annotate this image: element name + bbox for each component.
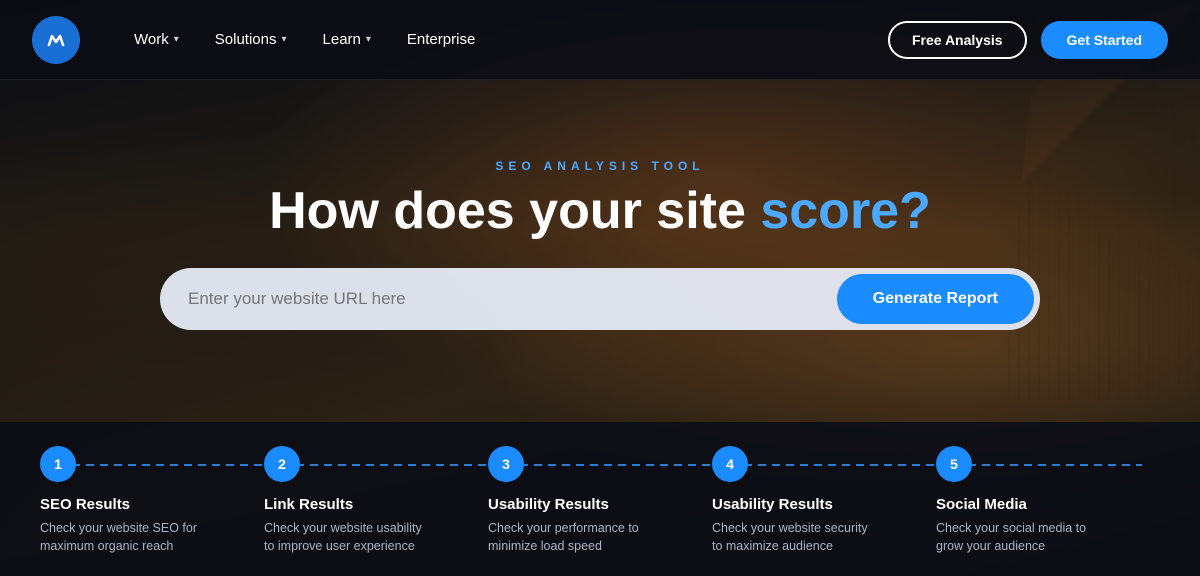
navbar: Work ▾ Solutions ▾ Learn ▾ Enterprise Fr… (0, 0, 1200, 80)
step-item-5: 5 Social Media Check your social media t… (936, 446, 1160, 557)
nav-item-learn[interactable]: Learn ▾ (309, 23, 385, 56)
nav-links: Work ▾ Solutions ▾ Learn ▾ Enterprise (120, 23, 888, 56)
url-input[interactable] (160, 271, 831, 327)
steps-timeline: 1 SEO Results Check your website SEO for… (40, 446, 1160, 557)
step-circle-1: 1 (40, 446, 76, 482)
tool-label: SEO ANALYSIS TOOL (495, 159, 704, 173)
step-circle-4: 4 (712, 446, 748, 482)
step-circle-3: 3 (488, 446, 524, 482)
chevron-down-icon: ▾ (366, 34, 371, 45)
step-desc-4: Check your website security to maximize … (712, 519, 872, 557)
step-title-4: Usability Results (712, 496, 833, 513)
page-container: Work ▾ Solutions ▾ Learn ▾ Enterprise Fr… (0, 0, 1200, 576)
nav-item-enterprise[interactable]: Enterprise (393, 23, 489, 56)
step-desc-2: Check your website usability to improve … (264, 519, 424, 557)
get-started-button[interactable]: Get Started (1041, 21, 1168, 59)
step-item-3: 3 Usability Results Check your performan… (488, 446, 712, 557)
step-title-3: Usability Results (488, 496, 609, 513)
chevron-down-icon: ▾ (281, 34, 286, 45)
nav-item-work[interactable]: Work ▾ (120, 23, 193, 56)
search-bar: Generate Report (160, 268, 1040, 330)
step-title-1: SEO Results (40, 496, 130, 513)
hero-section: SEO ANALYSIS TOOL How does your site sco… (0, 80, 1200, 422)
step-title-5: Social Media (936, 496, 1027, 513)
chevron-down-icon: ▾ (174, 34, 179, 45)
hero-title: How does your site score? (269, 183, 931, 240)
step-item-4: 4 Usability Results Check your website s… (712, 446, 936, 557)
logo[interactable] (32, 16, 80, 64)
generate-report-button[interactable]: Generate Report (837, 274, 1034, 324)
nav-item-solutions[interactable]: Solutions ▾ (201, 23, 301, 56)
free-analysis-button[interactable]: Free Analysis (888, 21, 1027, 59)
nav-actions: Free Analysis Get Started (888, 21, 1168, 59)
step-item-2: 2 Link Results Check your website usabil… (264, 446, 488, 557)
step-desc-3: Check your performance to minimize load … (488, 519, 648, 557)
step-desc-1: Check your website SEO for maximum organ… (40, 519, 200, 557)
step-desc-5: Check your social media to grow your aud… (936, 519, 1096, 557)
step-item-1: 1 SEO Results Check your website SEO for… (40, 446, 264, 557)
steps-section: 1 SEO Results Check your website SEO for… (0, 422, 1200, 576)
step-title-2: Link Results (264, 496, 353, 513)
step-circle-2: 2 (264, 446, 300, 482)
step-circle-5: 5 (936, 446, 972, 482)
